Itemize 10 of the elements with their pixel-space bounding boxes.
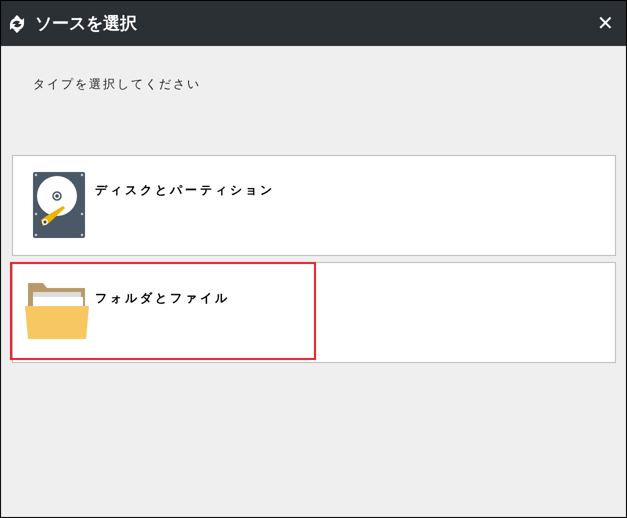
hard-drive-icon	[33, 172, 85, 238]
window-title: ソースを選択	[35, 13, 138, 35]
folder-icon	[25, 283, 89, 339]
close-button[interactable]: ✕	[591, 11, 620, 36]
option-card[interactable]: ディスクとパーティション	[12, 155, 616, 256]
option-card[interactable]: フォルダとファイル	[12, 262, 616, 363]
option-label: フォルダとファイル	[95, 290, 230, 307]
option-label: ディスクとパーティション	[95, 182, 275, 199]
arrows-icon	[7, 14, 27, 34]
prompt-text: タイプを選択してください	[33, 76, 202, 93]
